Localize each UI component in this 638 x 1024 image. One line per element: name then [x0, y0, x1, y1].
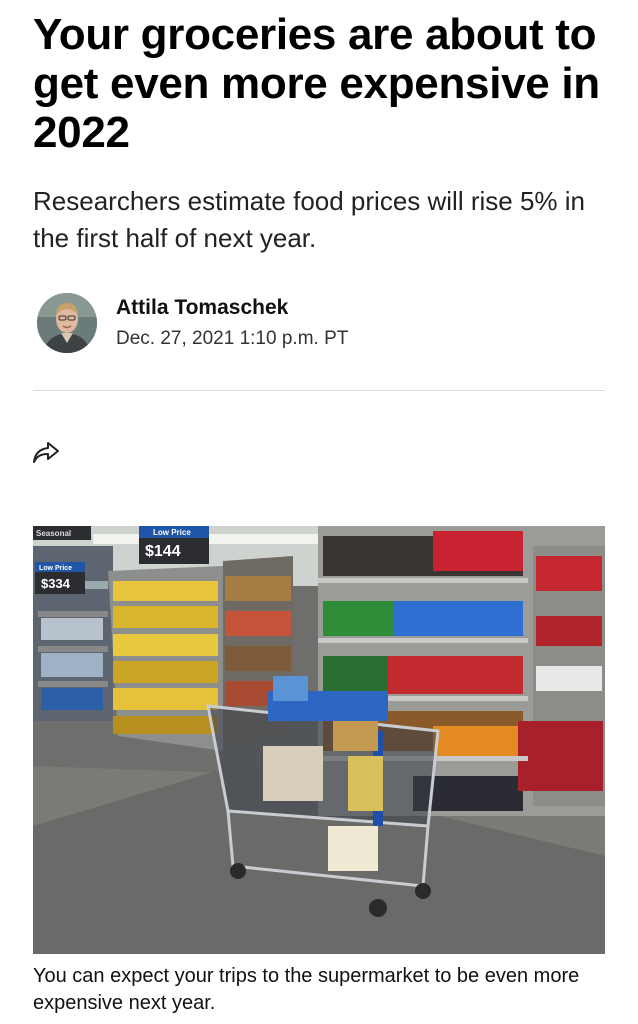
divider: [33, 390, 605, 391]
author-avatar[interactable]: [37, 293, 97, 353]
sign-low-price-main: Low Price: [153, 528, 191, 537]
author-avatar-image: [37, 293, 97, 353]
sign-low-price-left: Low Price: [39, 565, 72, 572]
article-subheadline: Researchers estimate food prices will ri…: [33, 186, 585, 253]
sign-seasonal: Seasonal: [36, 529, 71, 538]
grocery-store-aisle-image: Seasonal Low Price $144 Low Price $334: [33, 526, 605, 954]
hero-image: Seasonal Low Price $144 Low Price $334: [33, 526, 605, 954]
share-icon[interactable]: [31, 439, 61, 467]
image-caption: You can expect your trips to the superma…: [33, 965, 580, 1014]
publish-date: Dec. 27, 2021 1:10 p.m. PT: [116, 328, 349, 349]
sign-price-left: $334: [41, 576, 71, 591]
sign-price-main: $144: [145, 543, 181, 560]
author-name[interactable]: Attila Tomaschek: [116, 296, 288, 320]
article-headline: Your groceries are about to get even mor…: [33, 10, 600, 157]
